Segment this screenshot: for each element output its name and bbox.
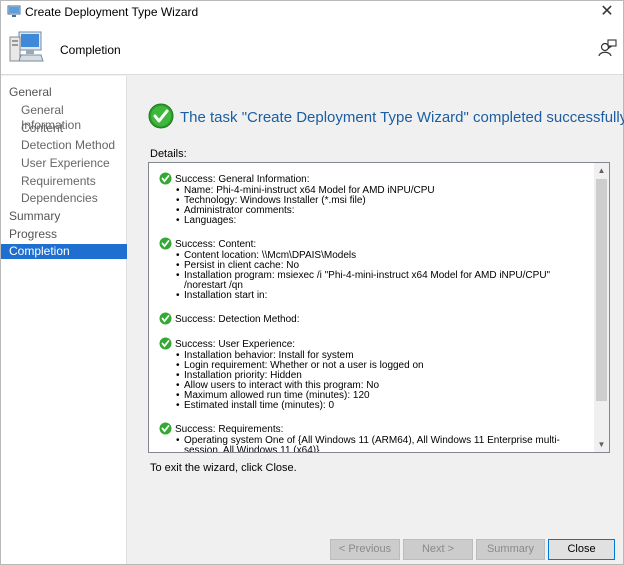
details-label: Details: xyxy=(150,148,187,160)
details-textbox[interactable]: Success: General Information: Name: Phi-… xyxy=(148,162,610,453)
help-user-icon[interactable] xyxy=(597,38,617,58)
nav-item-requirements[interactable]: Requirements xyxy=(1,174,127,189)
window-title: Create Deployment Type Wizard xyxy=(25,5,199,19)
scroll-up-arrow-icon[interactable]: ▲ xyxy=(594,163,609,178)
wizard-app-icon xyxy=(7,5,21,17)
section-heading: Success: User Experience: xyxy=(175,339,296,350)
previous-button[interactable]: < Previous xyxy=(330,539,400,560)
computer-icon xyxy=(9,31,44,62)
detail-line: Estimated install time (minutes): 0 xyxy=(176,401,589,412)
details-scrollbar[interactable]: ▲ ▼ xyxy=(594,163,609,452)
page-title: Completion xyxy=(60,43,121,57)
success-check-icon xyxy=(159,237,172,250)
main-panel: The task "Create Deployment Type Wizard"… xyxy=(128,76,624,564)
wizard-nav: General General Information Content Dete… xyxy=(1,76,127,564)
details-section: Success: Requirements: Operating system … xyxy=(159,422,589,453)
exit-instructions: To exit the wizard, click Close. xyxy=(150,462,297,474)
scroll-thumb[interactable] xyxy=(596,179,607,401)
details-content: Success: General Information: Name: Phi-… xyxy=(159,172,589,453)
detail-line: Installation start in: xyxy=(176,291,589,302)
section-heading: Success: General Information: xyxy=(175,174,310,185)
detail-line: Operating system One of {All Windows 11 … xyxy=(176,436,589,453)
details-section: Success: General Information: Name: Phi-… xyxy=(159,172,589,227)
scroll-down-arrow-icon[interactable]: ▼ xyxy=(594,437,609,452)
nav-item-progress[interactable]: Progress xyxy=(1,227,127,242)
page-header: Completion xyxy=(1,23,623,75)
nav-item-completion[interactable]: Completion xyxy=(1,244,127,259)
section-heading: Success: Content: xyxy=(175,239,257,250)
close-window-button[interactable]: ✕ xyxy=(597,2,617,22)
section-heading: Success: Detection Method: xyxy=(175,314,300,325)
wizard-window: Create Deployment Type Wizard ✕ Completi… xyxy=(0,0,624,565)
detail-line: Languages: xyxy=(176,216,589,227)
title-bar: Create Deployment Type Wizard ✕ xyxy=(1,1,623,23)
nav-item-general-information[interactable]: General Information xyxy=(1,103,127,132)
next-button[interactable]: Next > xyxy=(403,539,473,560)
details-section: Success: Detection Method: xyxy=(159,312,589,326)
detail-line: Installation program: msiexec /i "Phi-4-… xyxy=(176,271,589,291)
detail-line: Administrator comments: xyxy=(176,206,589,217)
nav-item-user-experience[interactable]: User Experience xyxy=(1,156,127,171)
nav-item-summary[interactable]: Summary xyxy=(1,209,127,224)
nav-item-detection-method[interactable]: Detection Method xyxy=(1,138,127,153)
nav-item-content[interactable]: Content xyxy=(1,121,127,136)
nav-item-general[interactable]: General xyxy=(1,85,127,100)
section-heading: Success: Requirements: xyxy=(175,424,284,435)
summary-button[interactable]: Summary xyxy=(476,539,545,560)
success-check-icon xyxy=(159,422,172,435)
success-check-icon xyxy=(159,312,172,325)
details-section: Success: User Experience: Installation b… xyxy=(159,337,589,412)
details-section: Success: Content: Content location: \\Mc… xyxy=(159,237,589,302)
success-check-icon xyxy=(159,172,172,185)
success-check-icon xyxy=(159,337,172,350)
close-button[interactable]: Close xyxy=(548,539,615,560)
success-message: The task "Create Deployment Type Wizard"… xyxy=(180,109,624,126)
nav-item-dependencies[interactable]: Dependencies xyxy=(1,191,127,206)
success-check-icon xyxy=(148,103,174,129)
